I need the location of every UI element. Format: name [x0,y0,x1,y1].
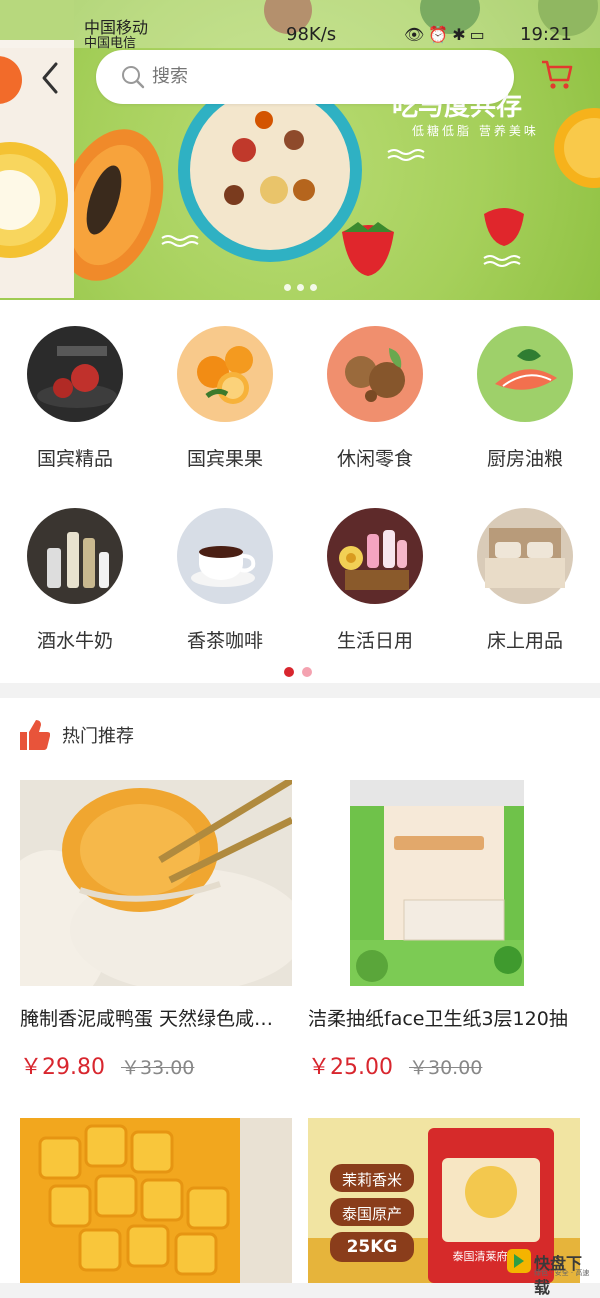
banner-dot[interactable] [310,284,317,291]
product-card[interactable]: 洁柔抽纸face卫生纸3层120抽 ￥25.00 ￥30.00 [308,780,580,1080]
category-grid: 国宾精品 国宾果果 休闲零食 厨房油粮 酒水牛奶 香茶咖啡 生活日用 床上用品 [0,300,600,683]
category-label: 生活日用 [336,630,413,652]
category-item[interactable]: 国宾果果 [150,326,300,471]
product-original-price: ￥33.00 [120,1057,195,1079]
alarm-icon: ⏰ [428,25,453,44]
bedding-icon [477,508,573,604]
daily-goods-icon [327,508,423,604]
category-item[interactable]: 香茶咖啡 [150,508,300,653]
hot-recommendations-section: 热门推荐 腌制香泥咸鸭蛋 天然绿色咸鸭蛋 ￥29.80 ￥33.00 洁柔抽纸f… [0,698,600,1283]
product-card[interactable]: 腌制香泥咸鸭蛋 天然绿色咸鸭蛋 ￥29.80 ￥33.00 [20,780,292,1080]
status-system-icons: 👁⏰✱▭ [404,25,489,44]
section-title: 热门推荐 [62,726,134,747]
top-banner[interactable]: 吃与度共存 低糖低脂 营养美味 中国移动 中国电信 👁⏰✱▭ 98K/s 19:… [0,0,600,300]
rice-tag-jasmine: 茉莉香米 [341,1171,402,1189]
category-label: 国宾精品 [36,448,113,470]
product-card[interactable] [20,1118,292,1283]
product-price: ￥29.80 [20,1055,105,1080]
category-label: 香茶咖啡 [186,630,263,652]
category-label: 床上用品 [486,630,563,652]
bottles-icon [27,508,123,604]
coffee-cup-icon [177,508,273,604]
bluetooth-icon: ✱ [452,25,470,44]
rice-tag-weight: 25KG [346,1237,398,1257]
walnuts-icon [327,326,423,422]
banner-dot[interactable] [284,284,291,291]
clock: 19:21 [520,24,572,45]
thumbs-up-icon [20,720,51,750]
salted-duck-egg-image[interactable] [20,780,292,986]
banner-subline: 低糖低脂 营养美味 [412,124,539,138]
category-page-dot-active[interactable] [284,667,294,677]
search-bar[interactable] [96,50,514,104]
tissue-pack-image[interactable] [308,780,580,986]
category-item[interactable]: 床上用品 [450,508,600,653]
carrier-secondary: 中国电信 [84,36,137,51]
battery-icon: ▭ [469,25,489,44]
category-pagination [284,662,320,681]
banner-pagination [284,276,323,295]
category-item[interactable]: 国宾精品 [0,326,150,471]
product-name[interactable]: 洁柔抽纸face卫生纸3层120抽 [308,1004,580,1031]
category-label: 休闲零食 [336,448,413,470]
watermark-logo: 快盘下载 绿色 · 安全 · 高速 [506,1248,596,1297]
shopping-cart-icon [542,60,573,89]
category-item[interactable]: 酒水牛奶 [0,508,150,653]
product-original-price: ￥30.00 [408,1057,483,1079]
banner-dot[interactable] [297,284,304,291]
category-page-dot[interactable] [302,667,312,677]
category-item[interactable]: 厨房油粮 [450,326,600,471]
category-label: 厨房油粮 [486,448,563,470]
watermark-subtext: 绿色 · 安全 · 高速 [534,1269,590,1277]
network-speed: 98K/s [286,24,337,45]
watermark-badge-icon [507,1249,531,1273]
cart-button[interactable] [540,58,574,96]
product-price: ￥25.00 [308,1055,393,1080]
eye-icon: 👁 [404,25,429,44]
product-name[interactable]: 腌制香泥咸鸭蛋 天然绿色咸鸭蛋 [20,1004,292,1031]
salmon-icon [477,326,573,422]
oranges-icon [177,326,273,422]
chevron-left-icon [42,62,58,94]
search-icon [122,66,145,89]
tea-set-icon [27,326,123,422]
category-item[interactable]: 休闲零食 [300,326,450,471]
section-header: 热门推荐 [20,718,134,752]
category-label: 酒水牛奶 [36,630,113,652]
category-item[interactable]: 生活日用 [300,508,450,653]
product-prices: ￥29.80 ￥33.00 [20,1049,292,1080]
mango-image[interactable] [20,1118,292,1283]
search-input[interactable] [152,50,472,104]
rice-tag-origin: 泰国原产 [341,1205,402,1223]
back-button[interactable] [36,60,66,96]
category-label: 国宾果果 [186,448,263,470]
product-prices: ￥25.00 ￥30.00 [308,1049,580,1080]
